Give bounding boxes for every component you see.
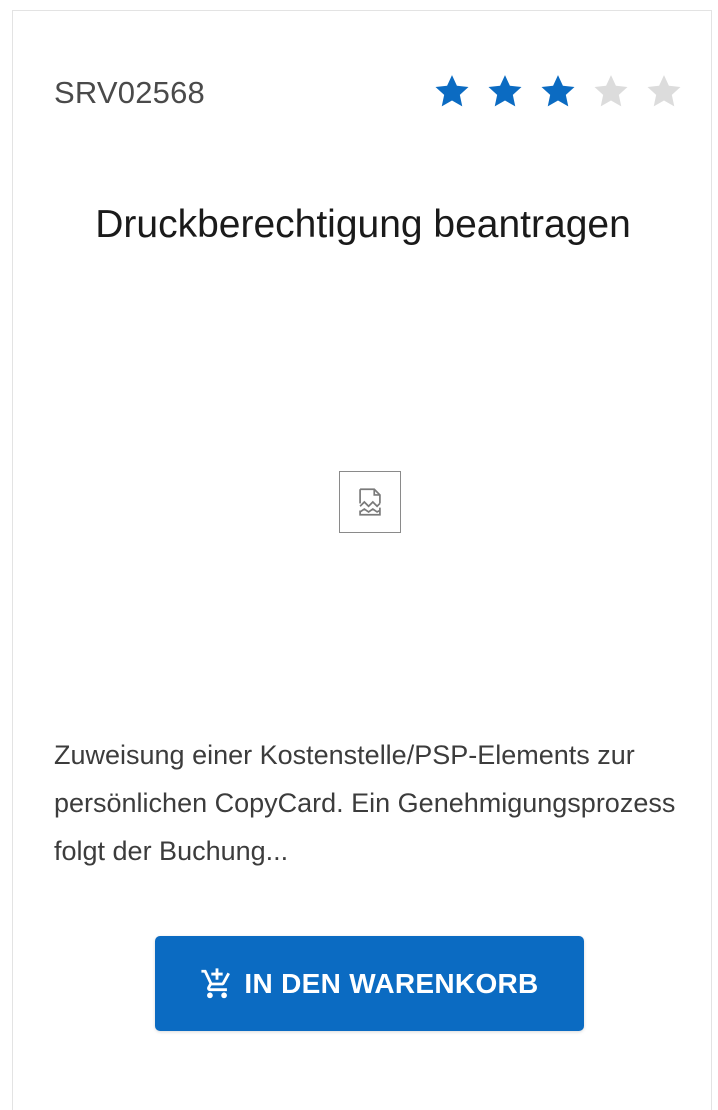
star-icon	[478, 69, 531, 113]
star-icon	[425, 69, 478, 113]
service-title[interactable]: Druckberechtigung beantragen	[13, 201, 713, 249]
star-icon	[531, 69, 584, 113]
star-icon	[637, 69, 690, 113]
broken-image-icon	[339, 471, 401, 533]
service-description: Zuweisung einer Kostenstelle/PSP-Element…	[54, 740, 676, 866]
service-card[interactable]: SRV02568 Druckberechtigung beantragen Zu…	[12, 10, 712, 1110]
service-id: SRV02568	[54, 75, 205, 110]
rating-stars	[425, 69, 690, 113]
add-to-cart-icon	[200, 967, 234, 1001]
add-to-cart-label: IN DEN WARENKORB	[244, 967, 539, 999]
star-icon	[584, 69, 637, 113]
add-to-cart-button[interactable]: IN DEN WARENKORB	[155, 936, 584, 1031]
